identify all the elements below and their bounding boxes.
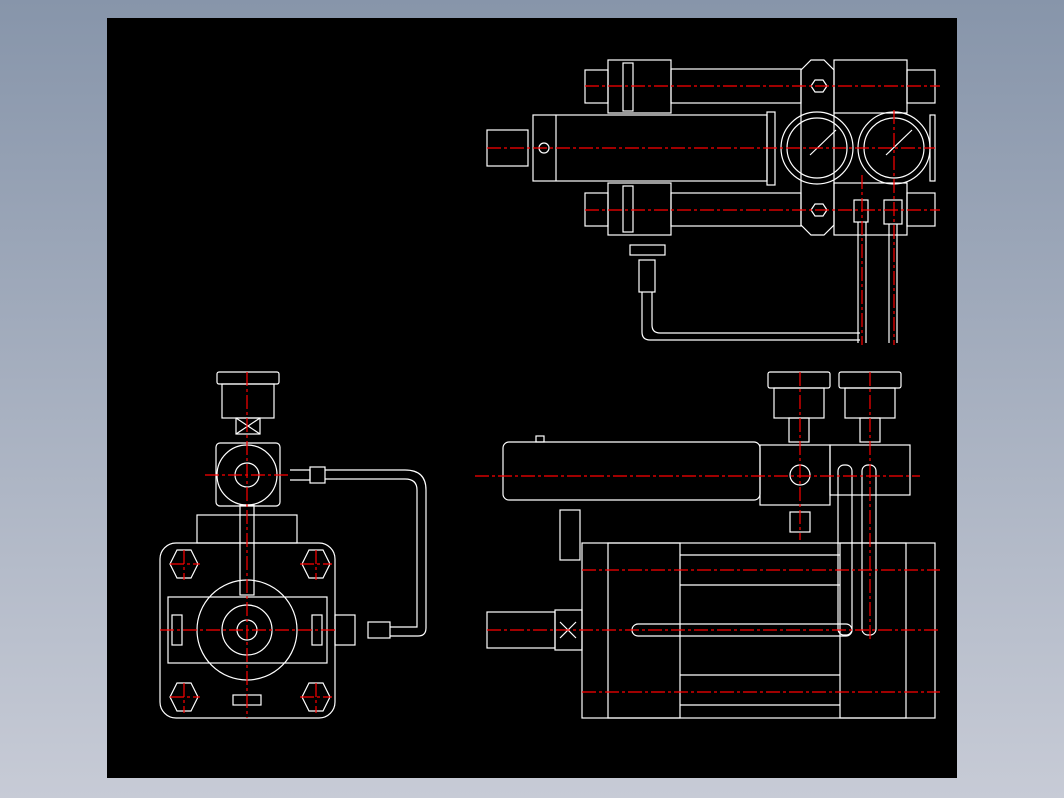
front-view: [475, 371, 940, 719]
side-view: [159, 371, 427, 719]
cad-drawing: [159, 59, 940, 719]
top-view: [486, 59, 940, 345]
